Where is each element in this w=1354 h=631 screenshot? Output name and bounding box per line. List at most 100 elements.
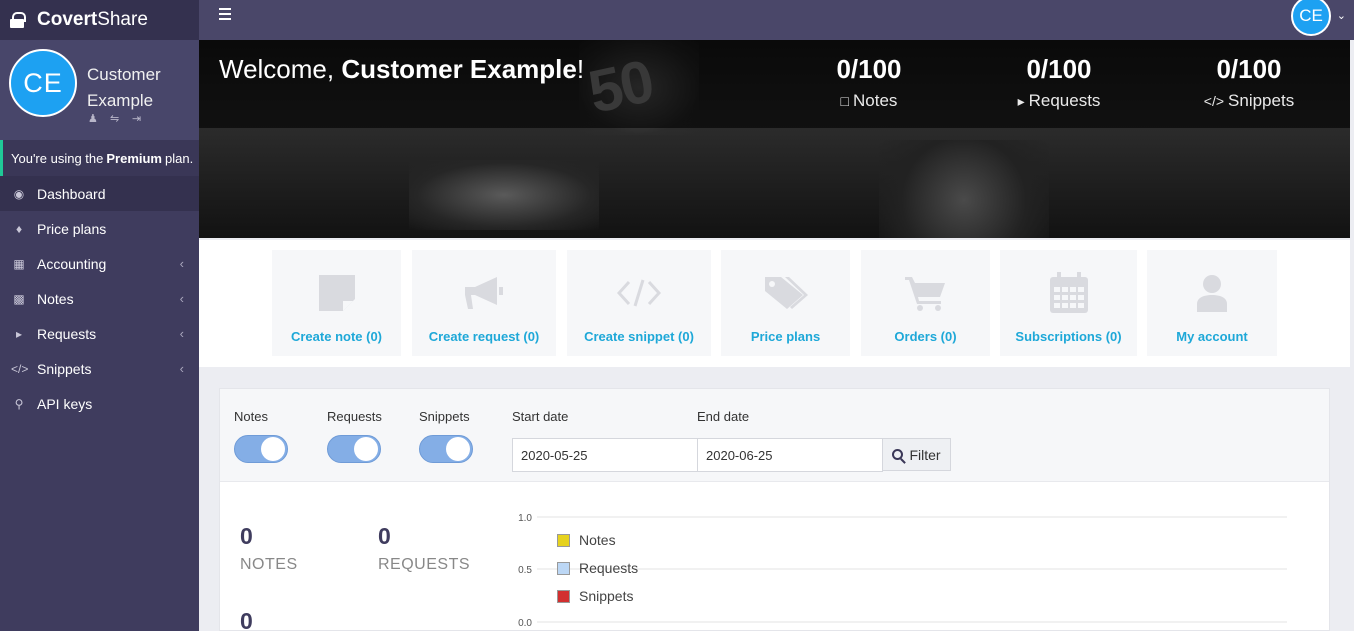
code-icon (567, 274, 711, 312)
brand[interactable]: Covert Share (0, 0, 199, 40)
kpi-value: 0 (378, 523, 391, 549)
chevron-down-icon[interactable]: ⌄ (1337, 9, 1346, 22)
quick-action-label: Create request (0) (428, 329, 540, 344)
kpi-notes: 0 NOTES (240, 523, 298, 574)
requests-toggle[interactable] (327, 435, 381, 463)
bullhorn-icon (412, 274, 556, 312)
profile-icon[interactable]: ♟ (88, 113, 102, 125)
user-panel: CE Customer Example ♟ ⇋ ⇥ (0, 40, 199, 140)
user-name: Customer Example (87, 65, 161, 110)
snippets-toggle[interactable] (419, 435, 473, 463)
quick-action-label: Price plans (750, 329, 821, 344)
quick-action-label: Create snippet (0) (584, 329, 694, 344)
cart-icon (861, 274, 990, 312)
chevron-left-icon: ‹ (179, 326, 184, 341)
sidebar-item-api-keys[interactable]: ⚲ API keys (0, 386, 199, 421)
legend-item-notes[interactable]: Notes (557, 532, 616, 548)
top-navbar: CE ⌄ (199, 0, 1354, 40)
stat-value: 0/100 (1216, 54, 1282, 84)
banner-image-detail (409, 160, 599, 230)
sidebar-item-notes[interactable]: ▩ Notes ‹ (0, 281, 199, 316)
kpi-value: 0 (240, 608, 253, 631)
legend-label: Snippets (579, 588, 634, 604)
sidebar: Covert Share CE Customer Example ♟ ⇋ ⇥ Yo… (0, 0, 199, 631)
sidebar-item-price-plans[interactable]: ♦ Price plans (0, 211, 199, 246)
legend-swatch (557, 561, 570, 575)
search-icon (892, 449, 904, 460)
start-date-label: Start date (512, 409, 569, 424)
stat-snippets: 0/100 </> Snippets (1174, 54, 1324, 111)
sidebar-item-label: Snippets (37, 360, 92, 377)
legend-swatch (557, 589, 570, 603)
user-menu-avatar[interactable]: CE (1291, 0, 1331, 36)
calendar-icon (1000, 272, 1137, 313)
end-date-input[interactable]: 2020-06-25 (697, 438, 883, 472)
kpi-requests: 0 REQUESTS (378, 523, 470, 574)
sidebar-item-snippets[interactable]: </> Snippets ‹ (0, 351, 199, 386)
code-icon: </> (1203, 93, 1225, 109)
notes-toggle[interactable] (234, 435, 288, 463)
legend-item-requests[interactable]: Requests (557, 560, 638, 576)
welcome-prefix: Welcome, (219, 54, 342, 84)
toggle-label: Requests (327, 409, 382, 424)
activity-chart: 1.0 0.5 0.0 Notes Requests Snippets (489, 501, 1299, 631)
stat-label: Notes (853, 91, 898, 110)
key-icon: ⚲ (14, 396, 24, 411)
quick-action-label: Orders (0) (894, 329, 957, 344)
start-date-input[interactable]: 2020-05-25 (512, 438, 698, 472)
end-date-label: End date (697, 409, 750, 424)
plan-name: Premium (106, 150, 162, 166)
filter-button[interactable]: Filter (882, 438, 951, 471)
sidebar-item-dashboard[interactable]: ◉ Dashboard (0, 176, 199, 211)
sidebar-item-requests[interactable]: ▸ Requests ‹ (0, 316, 199, 351)
note-icon: □ (840, 93, 850, 109)
sidebar-item-label: Notes (37, 290, 74, 307)
quick-actions: Create note (0) Create request (0) Creat… (199, 240, 1350, 367)
welcome-heading: Welcome, Customer Example! (219, 54, 584, 85)
sidebar-item-accounting[interactable]: ▦ Accounting ‹ (0, 246, 199, 281)
welcome-suffix: ! (576, 54, 585, 84)
avatar[interactable]: CE (9, 49, 77, 117)
tags-icon (721, 274, 850, 312)
stat-value: 0/100 (836, 54, 902, 84)
create-snippet-button[interactable]: Create snippet (0) (567, 250, 711, 356)
create-request-button[interactable]: Create request (0) (412, 250, 556, 356)
menu-toggle-icon[interactable] (219, 8, 231, 20)
switch-account-icon[interactable]: ⇋ (110, 113, 124, 125)
create-note-button[interactable]: Create note (0) (272, 250, 401, 356)
orders-button[interactable]: Orders (0) (861, 250, 990, 356)
toggle-label: Notes (234, 409, 268, 424)
sidebar-item-label: Accounting (37, 255, 107, 272)
brand-light: Share (97, 9, 148, 30)
my-account-button[interactable]: My account (1147, 250, 1277, 356)
sidebar-item-label: API keys (37, 395, 93, 412)
chevron-left-icon: ‹ (179, 361, 184, 376)
user-actions: ♟ ⇋ ⇥ (88, 113, 146, 125)
table-icon: ▦ (13, 256, 25, 271)
welcome-banner: 50 Welcome, Customer Example! 0/100 □Not… (199, 40, 1350, 238)
subscriptions-button[interactable]: Subscriptions (0) (1000, 250, 1137, 356)
legend-label: Notes (579, 532, 616, 548)
price-plans-button[interactable]: Price plans (721, 250, 850, 356)
filter-button-label: Filter (909, 446, 941, 463)
quick-action-label: Subscriptions (0) (1015, 329, 1122, 344)
user-icon (1147, 274, 1277, 312)
stat-value: 0/100 (1026, 54, 1092, 84)
sidebar-item-label: Dashboard (37, 185, 106, 202)
stats-panel: Notes Requests Snippets Start date 2020-… (219, 388, 1330, 631)
kpi-label: NOTES (240, 556, 298, 573)
code-icon: </> (11, 361, 29, 376)
stat-notes: 0/100 □ Notes (794, 54, 944, 111)
stat-label: Requests (1028, 91, 1101, 110)
y-tick-label: 0.5 (518, 565, 532, 576)
tags-icon: ♦ (15, 221, 23, 236)
kpi-value: 0 (240, 523, 253, 549)
note-icon: ▩ (13, 291, 25, 306)
stat-requests: 0/100 ▸ Requests (984, 54, 1134, 111)
logout-icon[interactable]: ⇥ (132, 113, 146, 125)
plan-notice: You're using the Premium plan. (0, 140, 199, 176)
plan-notice-suffix: plan. (165, 150, 194, 166)
filter-bar: Notes Requests Snippets Start date 2020-… (220, 389, 1329, 482)
dashboard-icon: ◉ (13, 186, 25, 201)
legend-item-snippets[interactable]: Snippets (557, 588, 633, 604)
